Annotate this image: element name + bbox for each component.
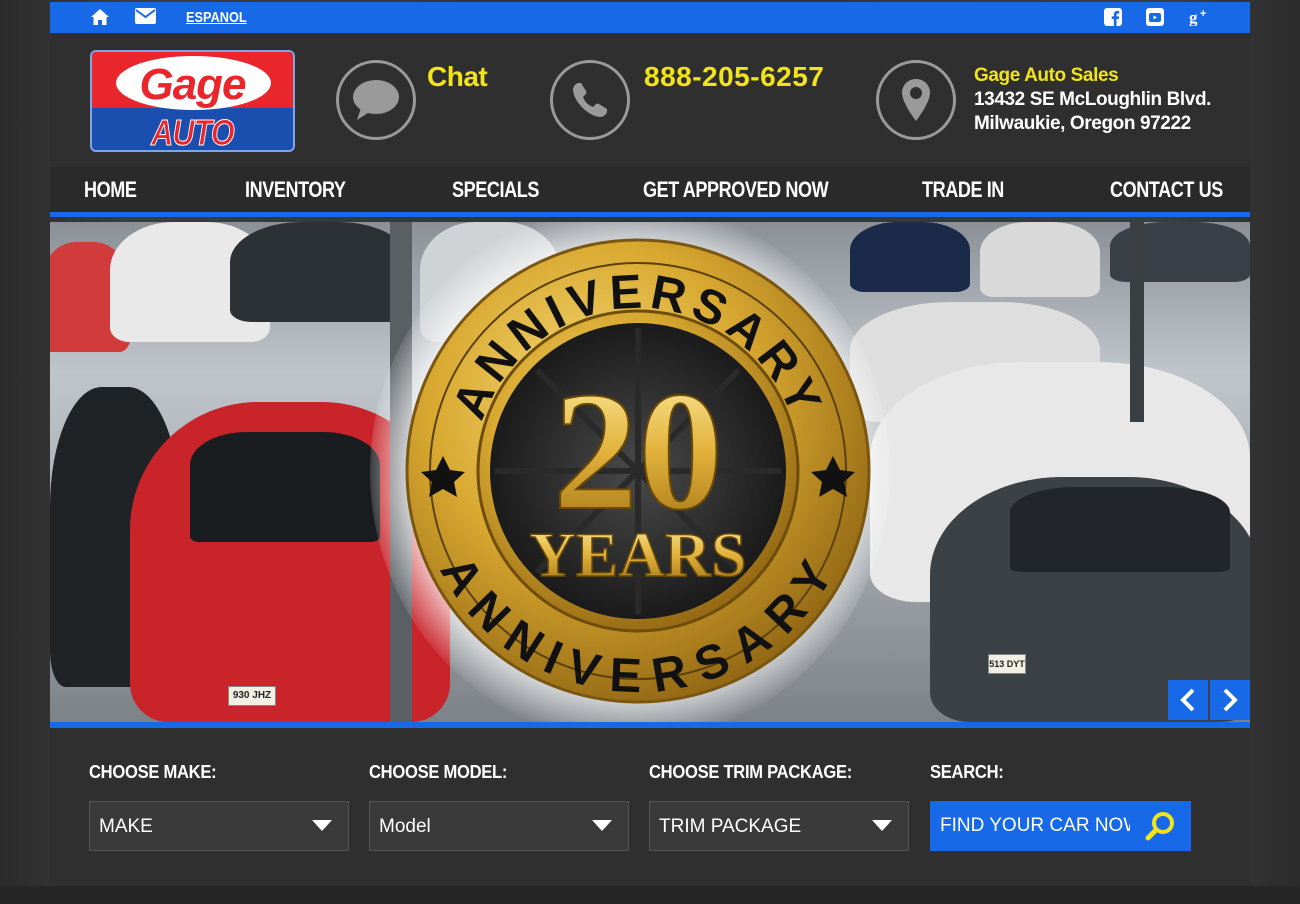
phone-number[interactable]: 888-205-6257: [644, 61, 824, 93]
lot-pole-right: [1130, 222, 1144, 422]
search-box[interactable]: [930, 801, 1191, 851]
search-label: SEARCH:: [930, 762, 1004, 782]
youtube-icon[interactable]: [1146, 8, 1166, 28]
nav-home[interactable]: HOME: [84, 177, 137, 203]
chat-link[interactable]: Chat: [427, 61, 488, 93]
badge-years: YEARS: [530, 519, 747, 590]
car-dark-sedan: [230, 222, 410, 322]
logo-auto-sales-text: AUTO SALES: [151, 112, 235, 152]
caret-down-icon: [592, 820, 612, 831]
car-red-dodge-windshield: [190, 432, 380, 542]
address-business-name[interactable]: Gage Auto Sales: [974, 65, 1119, 87]
address-line-1[interactable]: 13432 SE McLoughlin Blvd.: [974, 89, 1211, 111]
slider-prev-button[interactable]: [1168, 680, 1208, 720]
caret-down-icon: [312, 820, 332, 831]
license-plate-right: 513 DYT: [988, 654, 1026, 674]
nav-trade-in[interactable]: TRADE IN: [922, 177, 1004, 203]
model-select-value: Model: [379, 816, 431, 837]
search-icon[interactable]: [1145, 810, 1177, 847]
make-label: CHOOSE MAKE:: [89, 762, 217, 782]
map-marker-icon[interactable]: [876, 60, 956, 140]
google-plus-icon[interactable]: g +: [1189, 8, 1209, 28]
address-line-2[interactable]: Milwaukie, Oregon 97222: [974, 113, 1191, 135]
main-nav: HOME INVENTORY SPECIALS GET APPROVED NOW…: [50, 167, 1250, 217]
nav-specials[interactable]: SPECIALS: [452, 177, 539, 203]
car-bmw-windshield: [1010, 487, 1230, 572]
hero-banner: 930 JHZ 513 DYT ANNIVERSARY ANNIVERSARY …: [50, 222, 1250, 722]
make-select[interactable]: MAKE: [89, 801, 349, 851]
nav-inventory[interactable]: INVENTORY: [245, 177, 346, 203]
slider-next-button[interactable]: [1210, 680, 1250, 720]
model-label: CHOOSE MODEL:: [369, 762, 508, 782]
car-white-top: [980, 222, 1100, 297]
search-input[interactable]: [930, 801, 1130, 851]
nav-get-approved-now[interactable]: GET APPROVED NOW: [643, 177, 829, 203]
svg-text:+: +: [1200, 8, 1206, 20]
make-select-value: MAKE: [99, 816, 153, 837]
license-plate-left: 930 JHZ: [228, 686, 276, 706]
model-select[interactable]: Model: [369, 801, 629, 851]
trim-select-value: TRIM PACKAGE: [659, 816, 802, 837]
logo-gage-text: Gage: [139, 60, 246, 109]
anniversary-badge: ANNIVERSARY ANNIVERSARY 20 YEARS: [405, 238, 871, 704]
trim-label: CHOOSE TRIM PACKAGE:: [649, 762, 853, 782]
facebook-icon[interactable]: [1104, 8, 1124, 28]
nav-contact-us[interactable]: CONTACT US: [1110, 177, 1223, 203]
envelope-icon[interactable]: [135, 8, 156, 28]
home-icon[interactable]: [90, 8, 110, 28]
caret-down-icon: [872, 820, 892, 831]
trim-select[interactable]: TRIM PACKAGE: [649, 801, 909, 851]
chat-icon[interactable]: [336, 60, 416, 140]
footer-strip: [0, 886, 1300, 904]
espanol-link[interactable]: ESPANOL: [186, 9, 247, 26]
site-logo[interactable]: Gage AUTO SALES: [90, 50, 295, 152]
site-header: Gage AUTO SALES Chat 888-205-6257 Gage A…: [50, 33, 1250, 167]
page-wrapper: ESPANOL g+ Gage AUTO SALES Chat 888-205-…: [50, 0, 1250, 904]
badge-number: 20: [553, 357, 723, 545]
svg-text:g: g: [1189, 8, 1198, 26]
vehicle-search-panel: CHOOSE MAKE: MAKE CHOOSE MODEL: Model CH…: [50, 728, 1250, 886]
top-bar: ESPANOL g +: [50, 2, 1250, 33]
phone-icon[interactable]: [550, 60, 630, 140]
